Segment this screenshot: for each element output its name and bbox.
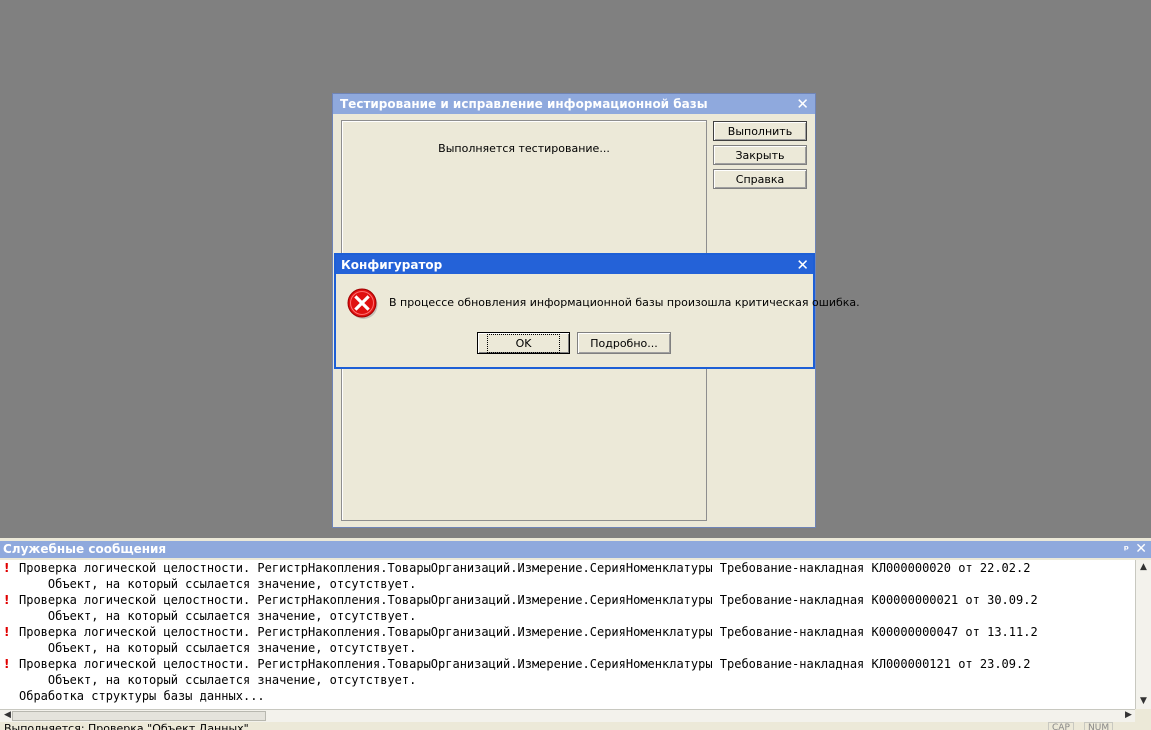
status-text: Выполняется: Проверка "Объект Данных" (4, 722, 249, 730)
test-dialog-titlebar[interactable]: Тестирование и исправление информационно… (333, 94, 815, 114)
close-icon[interactable]: ✕ (796, 95, 809, 113)
message-line[interactable]: Объект, на который ссылается значение, о… (19, 640, 416, 656)
message-line[interactable]: Обработка структуры базы данных... (19, 688, 265, 704)
message-line[interactable]: Проверка логической целостности. Регистр… (19, 624, 1038, 640)
message-line[interactable]: Проверка логической целостности. Регистр… (19, 592, 1038, 608)
message-line[interactable]: Объект, на который ссылается значение, о… (19, 608, 416, 624)
service-messages-panel: Служебные сообщения ᵖ ✕ ! Проверка логич… (0, 538, 1151, 730)
details-button[interactable]: Подробно... (577, 332, 671, 354)
message-line[interactable]: Проверка логической целостности. Регистр… (19, 560, 1030, 576)
horizontal-scroll-thumb[interactable] (12, 711, 266, 721)
help-button[interactable]: Справка (713, 169, 807, 189)
message-line[interactable]: Проверка логической целостности. Регистр… (19, 656, 1030, 672)
message-line[interactable]: Объект, на который ссылается значение, о… (19, 576, 416, 592)
messages-titlebar: Служебные сообщения ᵖ ✕ (0, 541, 1151, 558)
horizontal-scrollbar[interactable]: ◀ ▶ (0, 709, 1135, 722)
num-indicator: NUM (1084, 722, 1114, 730)
caps-indicator: CAP (1048, 722, 1074, 730)
run-button[interactable]: Выполнить (713, 121, 807, 141)
status-bar: Выполняется: Проверка "Объект Данных" CA… (0, 722, 1151, 730)
close-icon[interactable]: ✕ (796, 256, 809, 274)
error-mark-icon: ! (4, 561, 10, 575)
vertical-scrollbar[interactable]: ▲ ▼ (1135, 560, 1151, 709)
error-mark-icon: ! (4, 657, 10, 671)
error-dialog-title: Конфигуратор (341, 257, 443, 272)
close-button[interactable]: Закрыть (713, 145, 807, 165)
messages-title: Служебные сообщения (3, 542, 167, 556)
error-icon (347, 288, 378, 319)
error-mark-icon: ! (4, 625, 10, 639)
error-mark-icon: ! (4, 593, 10, 607)
messages-list[interactable]: ! Проверка логической целостности. Регис… (0, 560, 1135, 709)
error-dialog: Конфигуратор ✕ В процессе обновления инф… (334, 253, 860, 369)
scroll-right-icon[interactable]: ▶ (1121, 708, 1136, 723)
pin-icon[interactable]: ᵖ (1124, 541, 1129, 558)
close-icon[interactable]: ✕ (1135, 541, 1147, 558)
scroll-up-icon[interactable]: ▲ (1136, 560, 1151, 575)
scroll-down-icon[interactable]: ▼ (1136, 694, 1151, 709)
message-line[interactable]: Объект, на который ссылается значение, о… (19, 672, 416, 688)
ok-button-label: OK (486, 333, 561, 353)
error-message: В процессе обновления информационной баз… (389, 296, 860, 309)
test-status-text: Выполняется тестирование... (438, 142, 610, 155)
ok-button[interactable]: OK (477, 332, 570, 354)
test-dialog-title: Тестирование и исправление информационно… (340, 97, 708, 111)
error-dialog-titlebar[interactable]: Конфигуратор ✕ (336, 255, 813, 274)
